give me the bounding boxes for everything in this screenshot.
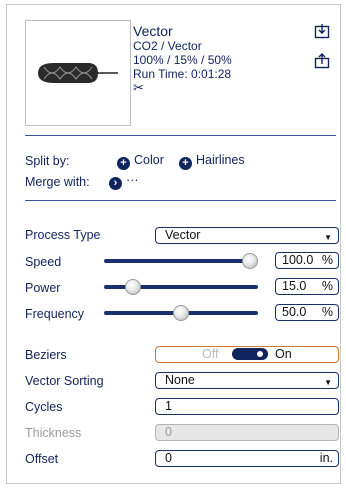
vector-sorting-value: None [165,373,195,387]
layer-settings-summary: 100% / 15% / 50% [133,53,232,67]
vector-sorting-label: Vector Sorting [25,374,104,388]
split-by-label: Split by: [25,154,70,168]
thickness-label: Thickness [25,426,82,440]
toggle-switch[interactable] [232,348,268,360]
vector-preview-graphic [38,63,118,83]
scissors-icon[interactable]: ✂ [133,81,232,95]
speed-input[interactable]: 100.0 % [275,252,339,269]
speed-slider-knob[interactable] [242,253,258,269]
frequency-unit: % [321,305,333,319]
offset-label: Offset [25,452,59,466]
thickness-input: 0 [155,424,339,441]
power-label: Power [25,281,61,295]
layer-header: Vector CO2 / Vector 100% / 15% / 50% Run… [7,5,340,145]
thickness-value: 0 [165,425,172,439]
layer-subtitle: CO2 / Vector [133,39,202,53]
process-type-label: Process Type [25,228,101,242]
toggle-off-label: Off [202,347,219,361]
import-icon[interactable] [314,23,332,39]
process-type-select[interactable]: Vector ▼ [155,227,339,244]
run-time: Run Time: 0:01:28 [133,67,232,81]
speed-label: Speed [25,255,62,269]
power-value: 15.0 [282,279,307,293]
beziers-toggle[interactable]: Off On [155,346,339,363]
divider [25,135,336,136]
process-type-value: Vector [165,228,201,242]
power-unit: % [321,279,333,293]
vector-settings-panel: Vector CO2 / Vector 100% / 15% / 50% Run… [6,4,341,484]
power-slider-knob[interactable] [124,279,141,295]
offset-input[interactable]: 0 in. [155,450,339,467]
speed-value: 100.0 [282,253,314,267]
merge-with-label: Merge with: [25,175,90,189]
speed-slider-track[interactable] [104,259,258,263]
frequency-input[interactable]: 50.0 % [275,304,339,321]
cycles-label: Cycles [25,400,63,414]
export-icon[interactable] [314,53,332,69]
beziers-label: Beziers [25,348,67,362]
layer-title: Vector [133,23,173,39]
dropdown-arrow-icon: ▼ [324,378,332,387]
split-hairlines-button[interactable]: + Hairlines [179,153,245,170]
plus-icon: + [179,157,192,170]
split-color-button[interactable]: + Color [117,153,164,170]
toggle-on-label: On [275,347,292,361]
frequency-slider-knob[interactable] [173,305,189,321]
speed-unit: % [321,253,333,267]
frequency-value: 50.0 [282,305,307,319]
vector-sorting-select[interactable]: None ▼ [155,372,339,389]
merge-add-button[interactable]: › ··· [109,173,139,190]
vector-thumbnail [25,20,131,126]
divider [25,200,336,201]
cycles-value: 1 [165,399,172,413]
frequency-label: Frequency [25,307,85,321]
offset-unit: in. [319,451,333,465]
dropdown-arrow-icon: ▼ [324,233,332,242]
offset-value: 0 [165,451,172,465]
cycles-input[interactable]: 1 [155,398,339,415]
plus-icon: + [117,157,130,170]
power-input[interactable]: 15.0 % [275,278,339,295]
arrow-right-icon: › [109,177,122,190]
